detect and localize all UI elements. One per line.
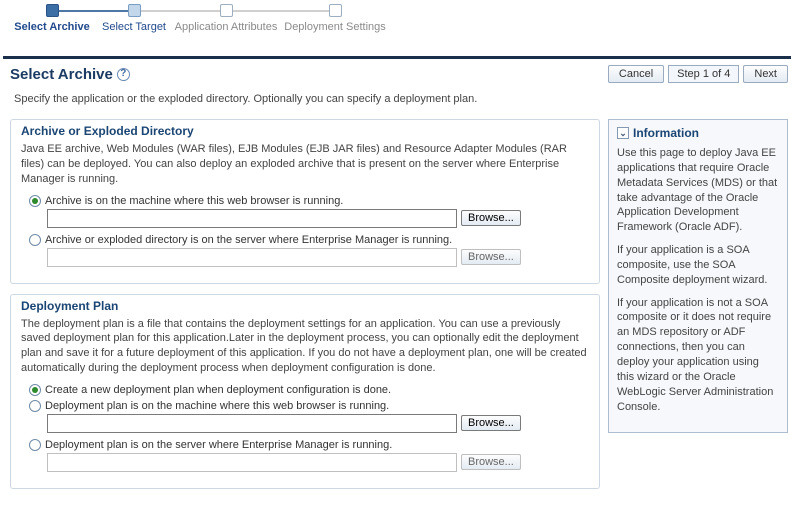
archive-section: Archive or Exploded Directory Java EE ar… <box>10 119 600 284</box>
help-icon[interactable]: ? <box>117 68 130 81</box>
step-indicator: Step 1 of 4 <box>668 65 739 83</box>
plan-section-text: The deployment plan is a file that conta… <box>21 317 589 376</box>
plan-local-browse-button[interactable]: Browse... <box>461 415 521 431</box>
information-title: Information <box>633 126 699 140</box>
cancel-button[interactable]: Cancel <box>608 65 664 83</box>
right-column: ⌄ Information Use this page to deploy Ja… <box>608 119 788 499</box>
deployment-plan-section: Deployment Plan The deployment plan is a… <box>10 294 600 489</box>
page-title-text: Select Archive <box>10 66 113 83</box>
plan-local-input[interactable] <box>47 414 457 433</box>
information-text: Use this page to deploy Java EE applicat… <box>617 146 779 414</box>
page-header: Select Archive ? Cancel Step 1 of 4 Next <box>0 59 794 89</box>
plan-local-label: Deployment plan is on the machine where … <box>45 400 389 412</box>
train-box-icon <box>220 4 233 17</box>
train-line <box>134 10 226 12</box>
radio-icon[interactable] <box>29 195 41 207</box>
plan-local-radio-row[interactable]: Deployment plan is on the machine where … <box>29 400 589 412</box>
radio-icon[interactable] <box>29 400 41 412</box>
chevron-down-icon[interactable]: ⌄ <box>617 127 629 139</box>
plan-server-label: Deployment plan is on the server where E… <box>45 439 392 451</box>
information-panel: ⌄ Information Use this page to deploy Ja… <box>608 119 788 433</box>
radio-icon[interactable] <box>29 384 41 396</box>
archive-server-label: Archive or exploded directory is on the … <box>45 234 452 246</box>
information-title-row: ⌄ Information <box>617 126 779 140</box>
plan-server-radio-row[interactable]: Deployment plan is on the server where E… <box>29 439 589 451</box>
archive-local-radio-row[interactable]: Archive is on the machine where this web… <box>29 195 589 207</box>
archive-section-text: Java EE archive, Web Modules (WAR files)… <box>21 142 589 187</box>
plan-section-title: Deployment Plan <box>21 299 589 313</box>
train-line <box>226 10 336 12</box>
wizard-train: Select Archive Select Target Application… <box>0 0 794 34</box>
plan-server-browse-button[interactable]: Browse... <box>461 454 521 470</box>
plan-server-input-row: Browse... <box>47 453 589 472</box>
archive-local-input[interactable] <box>47 209 457 228</box>
main-layout: Archive or Exploded Directory Java EE ar… <box>0 119 794 499</box>
train-line <box>52 10 140 12</box>
archive-server-browse-button[interactable]: Browse... <box>461 249 521 265</box>
train-step-select-target[interactable]: Select Target <box>96 4 172 33</box>
train-step-application-attributes: Application Attributes <box>172 4 280 33</box>
radio-icon[interactable] <box>29 234 41 246</box>
train-label: Application Attributes <box>175 21 278 33</box>
train-box-icon <box>329 4 342 17</box>
info-paragraph: If your application is a SOA composite, … <box>617 243 779 288</box>
archive-section-title: Archive or Exploded Directory <box>21 124 589 138</box>
archive-local-input-row: Browse... <box>47 209 589 228</box>
plan-create-radio-row[interactable]: Create a new deployment plan when deploy… <box>29 384 589 396</box>
train-box-icon <box>46 4 59 17</box>
plan-server-input[interactable] <box>47 453 457 472</box>
info-paragraph: Use this page to deploy Java EE applicat… <box>617 146 779 235</box>
header-actions: Cancel Step 1 of 4 Next <box>608 65 788 83</box>
plan-create-label: Create a new deployment plan when deploy… <box>45 384 391 396</box>
page-description: Specify the application or the exploded … <box>0 89 794 119</box>
archive-server-input-row: Browse... <box>47 248 589 267</box>
info-paragraph: If your application is not a SOA composi… <box>617 296 779 415</box>
train-label: Deployment Settings <box>284 21 386 33</box>
train-box-icon <box>128 4 141 17</box>
next-button[interactable]: Next <box>743 65 788 83</box>
archive-server-input[interactable] <box>47 248 457 267</box>
page-title: Select Archive ? <box>10 66 608 83</box>
archive-local-label: Archive is on the machine where this web… <box>45 195 343 207</box>
left-column: Archive or Exploded Directory Java EE ar… <box>10 119 600 499</box>
train-step-deployment-settings: Deployment Settings <box>280 4 390 33</box>
train-step-select-archive[interactable]: Select Archive <box>8 4 96 33</box>
archive-local-browse-button[interactable]: Browse... <box>461 210 521 226</box>
radio-icon[interactable] <box>29 439 41 451</box>
train-label: Select Target <box>102 21 166 33</box>
plan-local-input-row: Browse... <box>47 414 589 433</box>
train-label: Select Archive <box>14 21 89 33</box>
archive-server-radio-row[interactable]: Archive or exploded directory is on the … <box>29 234 589 246</box>
